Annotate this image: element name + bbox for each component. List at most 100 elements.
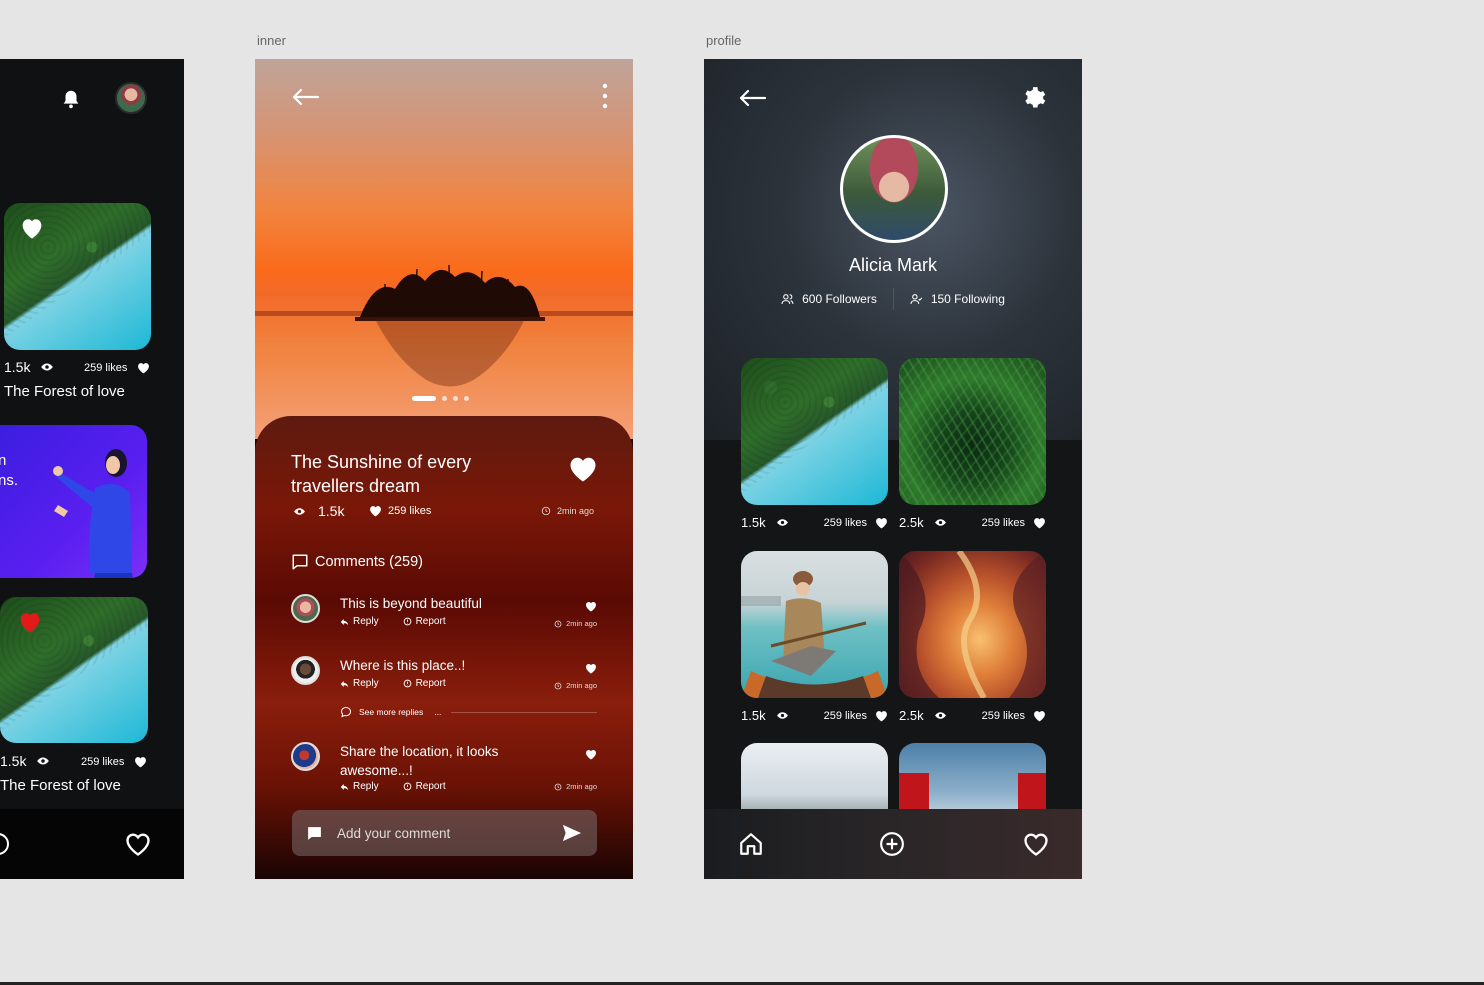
grid-image-canyon[interactable] bbox=[899, 551, 1046, 698]
frame-label-profile: profile bbox=[706, 33, 742, 48]
eye-icon bbox=[934, 712, 946, 719]
info-icon bbox=[403, 679, 411, 688]
info-icon bbox=[403, 617, 411, 626]
carousel-dot[interactable] bbox=[464, 396, 469, 401]
report-button[interactable]: Report bbox=[403, 616, 446, 627]
carousel-dot-active[interactable] bbox=[412, 396, 436, 401]
eye-icon bbox=[776, 519, 788, 526]
home-icon[interactable] bbox=[738, 831, 764, 857]
likes-row: 259 likes bbox=[81, 756, 147, 768]
heart-icon[interactable] bbox=[585, 601, 597, 612]
bell-icon[interactable] bbox=[60, 88, 82, 110]
red-canoe-left bbox=[899, 773, 929, 813]
likes-count: 259 likes bbox=[84, 362, 128, 374]
grid-stats: 2.5k 259 likes bbox=[899, 515, 1046, 530]
eye-icon bbox=[294, 507, 305, 515]
eye-icon bbox=[37, 757, 50, 765]
more-vertical-icon[interactable] bbox=[601, 83, 609, 109]
comment-item: This is beyond beautiful Reply Report 2m… bbox=[291, 594, 597, 634]
ellipsis: ... bbox=[434, 707, 442, 717]
reply-button[interactable]: Reply bbox=[340, 616, 379, 627]
profile-avatar[interactable] bbox=[840, 135, 948, 243]
info-icon bbox=[403, 782, 411, 791]
back-arrow-icon[interactable] bbox=[290, 87, 320, 107]
heart-icon[interactable] bbox=[1033, 710, 1046, 722]
profile-name: Alicia Mark bbox=[848, 255, 937, 275]
likes-count: 259 likes bbox=[81, 756, 125, 768]
comments-title: Comments (259) bbox=[315, 554, 423, 570]
time-text: 2min ago bbox=[557, 506, 595, 516]
heart-icon bbox=[370, 506, 381, 517]
reply-icon bbox=[340, 783, 349, 790]
comment-actions: Reply Report bbox=[340, 678, 446, 689]
bottom-nav bbox=[704, 809, 1082, 879]
card-title[interactable]: The Forest of love bbox=[0, 777, 121, 794]
likes-row: 259 likes bbox=[84, 362, 150, 374]
comment-input-bar bbox=[292, 810, 597, 856]
grid-image-forest[interactable] bbox=[741, 358, 888, 505]
heart-filled-icon[interactable] bbox=[16, 608, 44, 636]
clock-icon bbox=[541, 506, 551, 516]
like-heart-icon[interactable] bbox=[568, 455, 598, 483]
illustration-card[interactable]: n ns. bbox=[0, 425, 147, 578]
divider bbox=[892, 288, 894, 310]
heart-outline-icon[interactable] bbox=[124, 831, 152, 857]
views-count: 1.5k bbox=[741, 515, 766, 530]
comment-time: 2min ago bbox=[554, 619, 597, 628]
reply-icon bbox=[340, 618, 349, 625]
see-more-replies[interactable]: See more replies ... bbox=[340, 706, 441, 718]
carousel-dot[interactable] bbox=[453, 396, 458, 401]
eye-icon bbox=[934, 519, 946, 526]
views-count: 2.5k bbox=[899, 515, 924, 530]
comment-actions: Reply Report bbox=[340, 616, 446, 627]
back-arrow-icon[interactable] bbox=[737, 88, 767, 108]
reply-button[interactable]: Reply bbox=[340, 678, 379, 689]
heart-icon[interactable] bbox=[585, 749, 597, 760]
carousel-dot[interactable] bbox=[442, 396, 447, 401]
heart-icon[interactable] bbox=[1033, 517, 1046, 529]
frame-label-inner: inner bbox=[257, 33, 286, 48]
post-time: 2min ago bbox=[541, 506, 594, 516]
clock-icon bbox=[554, 783, 562, 790]
comment-text: This is beyond beautiful bbox=[340, 596, 482, 611]
views-count: 1.5k bbox=[741, 708, 766, 723]
reply-icon bbox=[340, 680, 349, 687]
heart-icon[interactable] bbox=[134, 756, 147, 768]
comment-time: 2min ago bbox=[554, 681, 597, 690]
comment-avatar[interactable] bbox=[291, 742, 320, 771]
heart-icon[interactable] bbox=[18, 214, 46, 242]
carousel-indicator[interactable] bbox=[412, 396, 469, 401]
heart-icon[interactable] bbox=[585, 663, 597, 674]
views-count: 2.5k bbox=[899, 708, 924, 723]
followers-stat[interactable]: 600 Followers bbox=[781, 292, 877, 306]
canyon-scene bbox=[899, 551, 1046, 698]
card-title[interactable]: The Forest of love bbox=[4, 383, 125, 400]
comment-input[interactable] bbox=[337, 825, 561, 841]
plus-circle-icon[interactable] bbox=[879, 831, 905, 857]
comment-avatar[interactable] bbox=[291, 594, 320, 623]
see-more-text[interactable]: See more replies bbox=[359, 707, 423, 717]
avatar[interactable] bbox=[115, 82, 147, 114]
grid-image-fern[interactable] bbox=[899, 358, 1046, 505]
comment-icon bbox=[292, 554, 308, 570]
gear-icon[interactable] bbox=[1021, 85, 1047, 111]
send-icon[interactable] bbox=[561, 823, 583, 843]
views-count: 1.5k bbox=[4, 359, 31, 375]
heart-icon[interactable] bbox=[875, 710, 888, 722]
heart-icon[interactable] bbox=[875, 517, 888, 529]
eye-icon bbox=[776, 712, 788, 719]
heart-outline-icon[interactable] bbox=[1022, 831, 1050, 857]
comment-avatar[interactable] bbox=[291, 656, 320, 685]
comment-item: Where is this place..! Reply Report 2min… bbox=[291, 656, 597, 726]
report-button[interactable]: Report bbox=[403, 781, 446, 792]
likes-row: 259 likes bbox=[824, 517, 888, 529]
following-stat[interactable]: 150 Following bbox=[910, 292, 1005, 306]
report-button[interactable]: Report bbox=[403, 678, 446, 689]
heart-icon[interactable] bbox=[137, 362, 150, 374]
reply-button[interactable]: Reply bbox=[340, 781, 379, 792]
grid-image-boat[interactable] bbox=[741, 551, 888, 698]
card-stats: 1.5k bbox=[0, 753, 50, 769]
island-trees bbox=[355, 264, 545, 321]
plus-circle-icon[interactable] bbox=[0, 832, 10, 856]
comment-text: Share the location, it looks awesome...! bbox=[340, 744, 499, 778]
